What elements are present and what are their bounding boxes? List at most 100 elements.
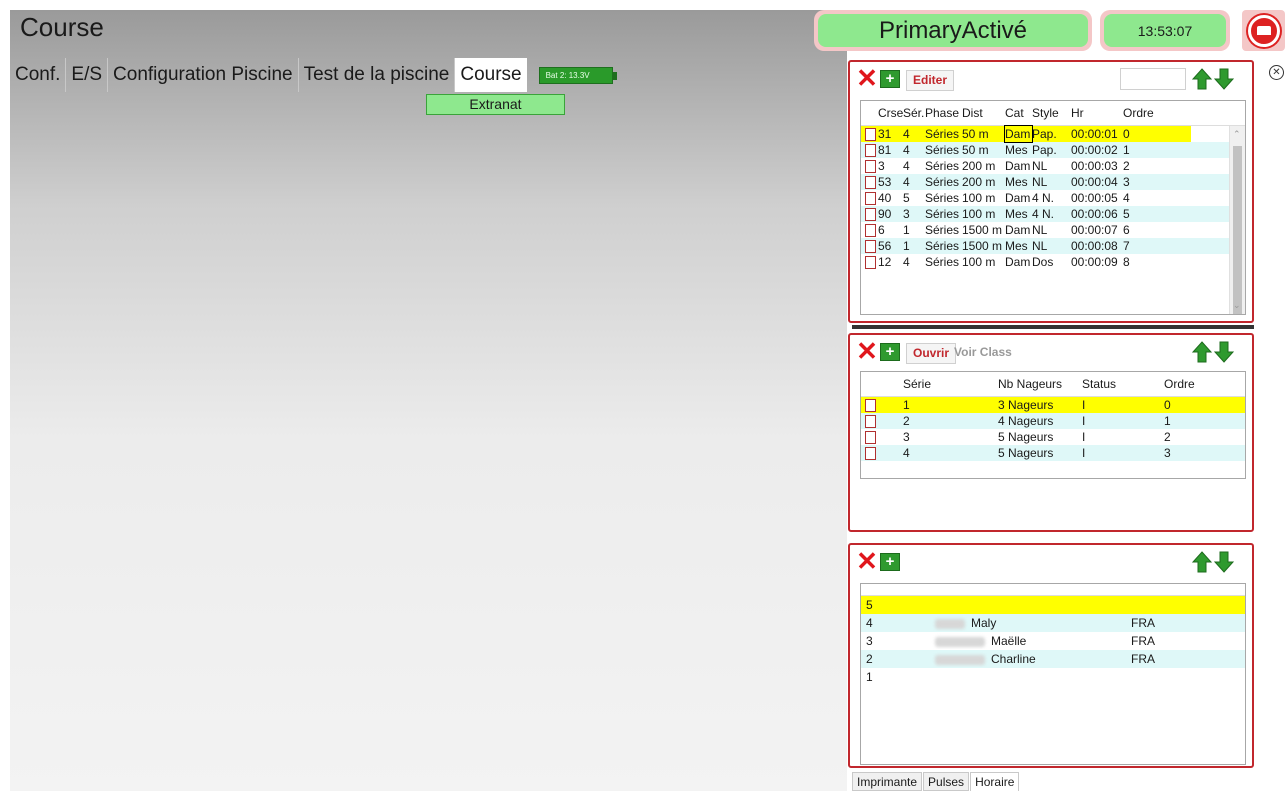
series-panel: ✕ + Ouvrir Voir Class Série Nb Nageurs S… [848, 333, 1254, 532]
row-checkbox[interactable] [865, 175, 876, 189]
table-row[interactable]: 53 4 Séries 200 m Mes NL 00:00:04 3 [861, 174, 1245, 190]
table-row[interactable]: 2 4 Nageurs I 1 [861, 413, 1245, 429]
col-status[interactable]: Status [1082, 372, 1164, 396]
table-row[interactable]: 4 Maly FRA [861, 614, 1245, 632]
cell-cat: Mes [1005, 207, 1028, 221]
col-ordre[interactable]: Ordre [1123, 101, 1158, 125]
cell-ordre: 1 [1164, 414, 1171, 428]
tab-course[interactable]: Course [455, 58, 527, 92]
row-checkbox[interactable] [865, 446, 876, 460]
extranat-button[interactable]: Extranat [426, 94, 565, 115]
delete-course-icon[interactable]: ✕ [856, 65, 878, 91]
row-checkbox[interactable] [865, 207, 876, 221]
cell-style: Dos [1032, 255, 1054, 269]
edit-course-button[interactable]: Editer [906, 70, 955, 91]
table-row[interactable]: 6 1 Séries 1500 m Dam NL 00:00:07 6 [861, 222, 1245, 238]
cell-status: I [1082, 430, 1086, 444]
cell-swimmer-name: Maëlle [891, 633, 1131, 649]
cell-ser: 1 [903, 223, 910, 237]
table-row[interactable]: 1 3 Nageurs I 0 [861, 397, 1245, 413]
row-checkbox[interactable] [865, 430, 876, 444]
row-checkbox[interactable] [865, 398, 876, 412]
col-nb-nageurs[interactable]: Nb Nageurs [998, 372, 1082, 396]
col-hr[interactable]: Hr [1071, 101, 1123, 125]
tab-conf[interactable]: Conf. [10, 58, 67, 92]
row-checkbox[interactable] [865, 159, 876, 173]
cell-ser: 4 [903, 255, 910, 269]
table-row[interactable]: 3 4 Séries 200 m Dam NL 00:00:03 2 [861, 158, 1245, 174]
move-up-icon[interactable] [1191, 341, 1213, 363]
table-row[interactable]: 90 3 Séries 100 m Mes 4 N. 00:00:06 5 [861, 206, 1245, 222]
home-button[interactable] [1242, 10, 1285, 51]
cell-ser: 1 [903, 239, 910, 253]
move-up-icon[interactable] [1191, 68, 1213, 90]
table-row[interactable]: 5 [861, 596, 1245, 614]
view-ranking-button[interactable]: Voir Class [948, 343, 1018, 364]
cell-ordre: 2 [1164, 430, 1171, 444]
series-toolbar: ✕ + Ouvrir Voir Class [854, 338, 1248, 365]
col-cat[interactable]: Cat [1005, 101, 1032, 125]
close-icon[interactable]: ✕ [1269, 65, 1284, 80]
cell-style: 4 N. [1032, 191, 1055, 205]
tab-horaire[interactable]: Horaire [970, 772, 1020, 791]
col-crse[interactable]: Crse [878, 101, 903, 125]
cell-hr: 00:00:07 [1071, 223, 1118, 237]
row-checkbox[interactable] [865, 255, 876, 269]
cell-ordre: 5 [1123, 207, 1130, 221]
cell-cat: Dam [1005, 255, 1031, 269]
cell-phase: Séries [925, 175, 960, 189]
row-checkbox[interactable] [865, 239, 876, 253]
tab-es[interactable]: E/S [66, 58, 109, 92]
row-checkbox[interactable] [865, 223, 876, 237]
row-checkbox[interactable] [865, 414, 876, 428]
status-label: PrimaryActivé [818, 14, 1088, 47]
row-checkbox[interactable] [865, 143, 876, 157]
col-serie[interactable]: Série [903, 372, 998, 396]
col-ordre[interactable]: Ordre [1164, 372, 1224, 396]
table-row[interactable]: 1 [861, 668, 1245, 686]
move-down-icon[interactable] [1213, 341, 1235, 363]
cell-phase: Séries [925, 255, 960, 269]
delete-swimmer-icon[interactable]: ✕ [856, 548, 878, 574]
tab-imprimante[interactable]: Imprimante [852, 772, 923, 791]
move-down-icon[interactable] [1213, 68, 1235, 90]
col-ser[interactable]: Sér. [903, 101, 925, 125]
table-row[interactable]: 3 Maëlle FRA [861, 632, 1245, 650]
cell-lane: 5 [866, 598, 873, 612]
table-row[interactable]: 40 5 Séries 100 m Dam 4 N. 00:00:05 4 [861, 190, 1245, 206]
tab-configuration-piscine[interactable]: Configuration Piscine [108, 58, 299, 92]
row-checkbox[interactable] [865, 127, 876, 141]
move-up-icon[interactable] [1191, 551, 1213, 573]
col-dist[interactable]: Dist [962, 101, 1005, 125]
course-search-input[interactable] [1120, 68, 1186, 90]
clock-label: 13:53:07 [1104, 14, 1226, 47]
add-swimmer-icon[interactable]: + [880, 553, 900, 571]
top-nav: Conf. E/S Configuration Piscine Test de … [10, 58, 617, 92]
move-down-icon[interactable] [1213, 551, 1235, 573]
table-row[interactable]: 12 4 Séries 100 m Dam Dos 00:00:09 8 [861, 254, 1245, 270]
add-course-icon[interactable]: + [880, 70, 900, 88]
table-row[interactable]: 31 4 Séries 50 m Dam Pap. 00:00:01 0 [861, 125, 1191, 143]
cell-dist: 200 m [962, 175, 996, 189]
col-style[interactable]: Style [1032, 101, 1071, 125]
col-phase[interactable]: Phase [925, 101, 962, 125]
table-row[interactable]: 56 1 Séries 1500 m Mes NL 00:00:08 7 [861, 238, 1245, 254]
tab-test-piscine[interactable]: Test de la piscine [299, 58, 456, 92]
add-series-icon[interactable]: + [880, 343, 900, 361]
cell-ordre: 7 [1123, 239, 1130, 253]
cell-ordre: 4 [1123, 191, 1130, 205]
cell-crse: 40 [878, 191, 892, 205]
table-row[interactable]: 4 5 Nageurs I 3 [861, 445, 1245, 461]
courses-scrollbar[interactable]: ⌃ ⌄ [1229, 126, 1245, 314]
cell-dist: 200 m [962, 159, 996, 173]
courses-scroll-thumb[interactable] [1233, 146, 1242, 314]
table-row[interactable]: 81 4 Séries 50 m Mes Pap. 00:00:02 1 [861, 142, 1245, 158]
tab-pulses[interactable]: Pulses [923, 772, 970, 791]
table-row[interactable]: 2 Charline FRA [861, 650, 1245, 668]
cell-cat: Mes [1005, 175, 1028, 189]
cell-ser: 4 [903, 143, 910, 157]
delete-series-icon[interactable]: ✕ [856, 338, 878, 364]
cell-dist: 50 m [962, 127, 989, 141]
table-row[interactable]: 3 5 Nageurs I 2 [861, 429, 1245, 445]
row-checkbox[interactable] [865, 191, 876, 205]
